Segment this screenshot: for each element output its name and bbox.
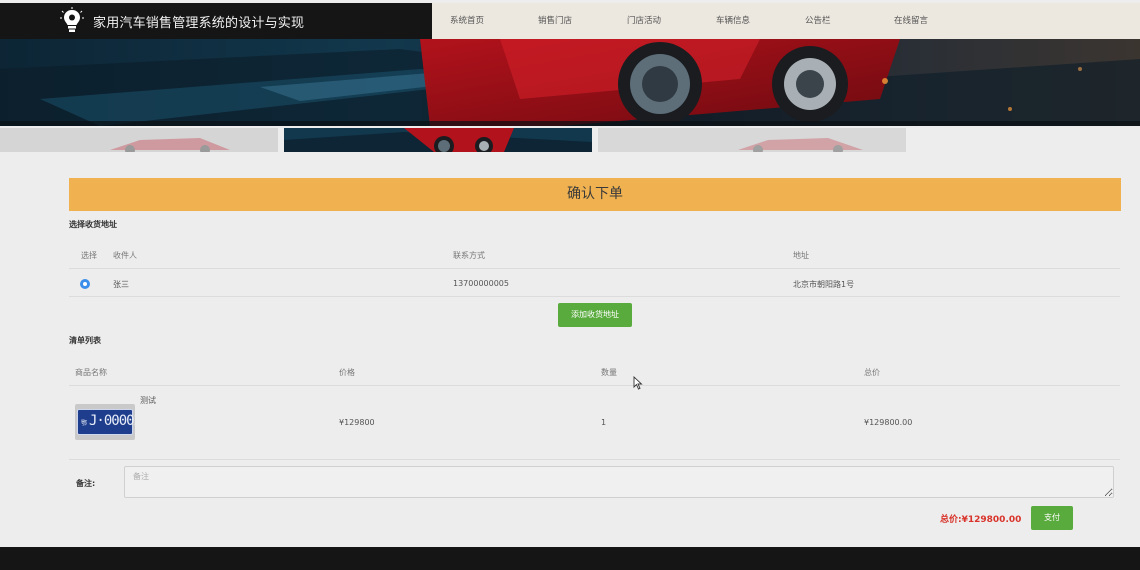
nav-vehicles[interactable]: 车辆信息 [716,3,750,39]
total-value: ¥129800.00 [961,515,1022,525]
address-col-recipient: 收件人 [113,251,137,260]
nav-store-events[interactable]: 门店活动 [627,3,661,39]
product-total: ¥129800.00 [864,418,913,427]
remark-label: 备注: [76,479,96,488]
order-list-label: 清单列表 [69,336,101,345]
divider [69,296,1120,297]
order-col-quantity: 数量 [601,368,617,377]
total-label: 总价: [940,515,962,525]
banner-thumbnail-2[interactable] [284,128,592,152]
top-nav: 系统首页 销售门店 门店活动 车辆信息 公告栏 在线留言 [432,3,1140,39]
address-text: 北京市朝阳路1号 [793,280,855,289]
pay-button[interactable]: 支付 [1031,506,1073,530]
mouse-pointer-icon [633,376,643,390]
add-address-button[interactable]: 添加收货地址 [558,303,632,327]
product-price: ¥129800 [339,418,375,427]
order-total: 总价:¥129800.00 [940,512,1021,525]
divider [69,459,1120,460]
address-col-phone: 联系方式 [453,251,485,260]
divider [69,385,1120,386]
address-phone: 13700000005 [453,279,509,288]
product-image-license-plate: 鄂 J·00002 [75,404,135,440]
lightbulb-icon [60,7,84,32]
banner-thumbnail-3[interactable] [598,128,906,152]
order-col-name: 商品名称 [75,368,107,377]
car-banner-illustration [0,39,1140,126]
nav-stores[interactable]: 销售门店 [538,3,572,39]
address-section-label: 选择收货地址 [69,220,117,229]
order-col-price: 价格 [339,368,355,377]
order-col-total: 总价 [864,368,880,377]
site-title: 家用汽车销售管理系统的设计与实现 [93,15,305,31]
product-name: 测试 [140,396,156,405]
plate-number: J·00002 [89,413,135,429]
nav-notices[interactable]: 公告栏 [805,3,831,39]
banner-thumbnail-1[interactable] [0,128,278,152]
remark-input[interactable] [124,466,1114,498]
site-header: 家用汽车销售管理系统的设计与实现 系统首页 销售门店 门店活动 车辆信息 公告栏… [0,3,1140,39]
confirm-order-title: 确认下单 [69,178,1121,211]
product-quantity: 1 [601,418,607,427]
nav-messages[interactable]: 在线留言 [894,3,928,39]
address-recipient: 张三 [113,280,129,289]
banner-image [0,39,1140,126]
address-col-address: 地址 [793,251,809,260]
plate-province: 鄂 [81,420,88,427]
site-footer [0,547,1140,570]
address-col-select: 选择 [81,251,97,260]
divider [69,268,1120,269]
address-radio-selected[interactable] [80,279,90,289]
nav-home[interactable]: 系统首页 [450,3,484,39]
brand-area: 家用汽车销售管理系统的设计与实现 [0,3,432,39]
